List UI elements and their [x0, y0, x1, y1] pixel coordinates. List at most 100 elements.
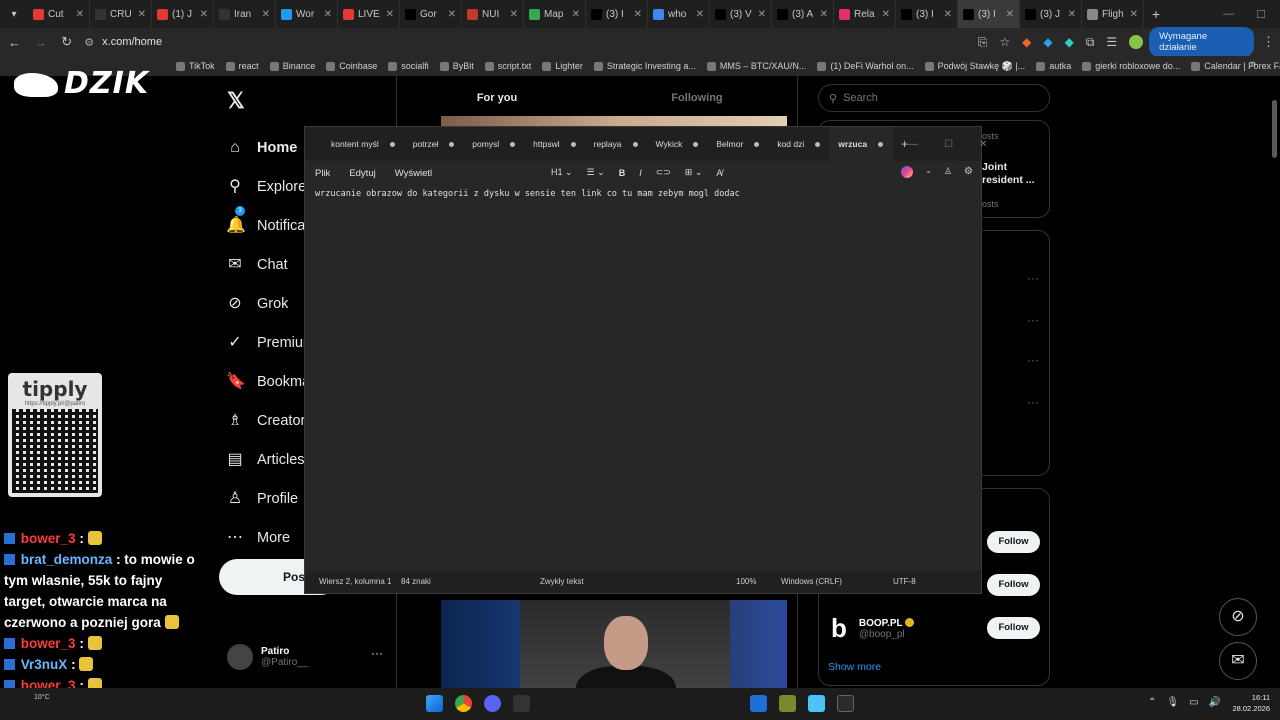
notepad-taskbar-icon[interactable] — [808, 695, 825, 712]
bookmark-item[interactable]: Coinbase — [326, 61, 377, 71]
bold-icon[interactable]: B — [619, 168, 626, 178]
menu-list-icon[interactable]: ☰ — [1106, 35, 1117, 49]
bookmark-item[interactable]: Strategic Investing a... — [593, 61, 696, 71]
browser-tab[interactable]: (3) J ✕ — [1020, 0, 1082, 28]
zoom-level[interactable]: 100% — [736, 577, 756, 586]
action-required-button[interactable]: Wymagane działanie — [1149, 27, 1254, 57]
browser-tab[interactable]: NUI ✕ — [462, 0, 524, 28]
tab-close-icon[interactable]: ✕ — [1130, 9, 1138, 20]
browser-tab[interactable]: LIVE ✕ — [338, 0, 400, 28]
chrome-icon[interactable] — [455, 695, 472, 712]
extension-icon[interactable]: ◆ — [1022, 35, 1031, 49]
taskbar-clock[interactable]: 16:11 28.02.2026 — [1224, 692, 1270, 714]
bookmark-star-icon[interactable]: ☆ — [999, 35, 1010, 49]
encoding[interactable]: UTF-8 — [893, 577, 916, 586]
browser-tab[interactable]: (3) V ✕ — [710, 0, 772, 28]
notepad-tab[interactable]: replaya — [586, 127, 648, 161]
bookmark-item[interactable]: (1) DeFi Warhol on... — [817, 61, 914, 71]
tab-close-icon[interactable]: ✕ — [696, 9, 704, 20]
x-logo-icon[interactable]: 𝕏 — [227, 88, 245, 114]
account-more-icon[interactable]: ··· — [371, 646, 383, 660]
messages-fab-icon[interactable]: ✉ — [1219, 642, 1257, 680]
heading-select[interactable]: H1 ⌄ — [551, 167, 573, 178]
puzzle-icon[interactable]: ⧉ — [1086, 35, 1095, 50]
minimize-icon[interactable]: — — [908, 139, 918, 150]
bookmark-item[interactable]: socialfi — [388, 61, 429, 71]
bookmark-item[interactable]: script.txt — [484, 61, 531, 71]
browser-tab[interactable]: Map ✕ — [524, 0, 586, 28]
app-icon[interactable] — [750, 695, 767, 712]
extension-icon[interactable]: ◆ — [1065, 35, 1074, 49]
microphone-icon[interactable]: 🎙 — [1166, 697, 1179, 708]
bookmark-item[interactable]: Podwój Stawkę 🎲 |... — [924, 61, 1025, 72]
notepad-tab[interactable]: potrzeł — [405, 127, 465, 161]
search-input[interactable]: ⚲ Search — [818, 84, 1050, 112]
maximize-icon[interactable]: ☐ — [1256, 8, 1266, 21]
line-endings[interactable]: Windows (CRLF) — [781, 577, 842, 586]
new-tab-button[interactable]: + — [1144, 6, 1168, 22]
follow-button[interactable]: Follow — [987, 574, 1040, 596]
install-icon[interactable]: ⎘ — [978, 35, 988, 50]
minimize-icon[interactable]: — — [1223, 8, 1234, 21]
discord-icon[interactable] — [484, 695, 501, 712]
close-icon[interactable]: ✕ — [979, 139, 987, 150]
bookmark-item[interactable]: ByBit — [439, 61, 474, 71]
bookmark-item[interactable]: autka — [1036, 61, 1071, 71]
weather-widget[interactable]: 10°C — [34, 694, 50, 701]
tab-close-icon[interactable]: ✕ — [200, 9, 208, 20]
menu-file[interactable]: Plik — [315, 168, 330, 179]
tab-close-icon[interactable]: ✕ — [76, 9, 84, 20]
tab-search-icon[interactable]: ▾ — [0, 0, 28, 28]
tab-close-icon[interactable]: ✕ — [634, 9, 642, 20]
display-icon[interactable]: ▭ — [1189, 697, 1198, 708]
link-icon[interactable]: ⊂⊃ — [656, 167, 671, 178]
trend-more-icon[interactable]: ··· — [1027, 313, 1039, 327]
browser-tab[interactable]: Rela ✕ — [834, 0, 896, 28]
chevron-down-icon[interactable]: ⌄ — [925, 166, 932, 178]
notepad-tab[interactable]: httpswl — [525, 127, 585, 161]
tab-close-icon[interactable]: ✕ — [758, 9, 766, 20]
browser-tab[interactable]: (3) A ✕ — [772, 0, 834, 28]
reload-icon[interactable]: ↻ — [55, 34, 78, 50]
bookmark-item[interactable]: Binance — [269, 61, 315, 71]
bookmark-item[interactable]: Lighter — [542, 61, 583, 71]
account-switcher[interactable]: Patiro @Patiro__ ··· — [227, 644, 383, 670]
terminal-icon[interactable] — [837, 695, 854, 712]
tab-close-icon[interactable]: ✕ — [882, 9, 890, 20]
kebab-menu-icon[interactable]: ⋮ — [1257, 34, 1280, 50]
browser-tab[interactable]: (3) I ✕ — [958, 0, 1020, 28]
notepad-tab[interactable]: kod dzi — [769, 127, 830, 161]
bookmark-item[interactable]: Calendar | Forex Fac... — [1191, 61, 1280, 71]
notepad-tab[interactable]: kontent myśl — [323, 127, 405, 161]
back-icon[interactable]: ← — [3, 35, 26, 50]
bookmark-item[interactable]: gierki robloxowe do... — [1082, 61, 1180, 71]
browser-tab[interactable]: Gor ✕ — [400, 0, 462, 28]
notepad-new-tab-icon[interactable]: + — [901, 137, 908, 151]
italic-icon[interactable]: I — [639, 168, 642, 178]
show-more-link[interactable]: Show more — [828, 661, 881, 673]
menu-edit[interactable]: Edytuj — [349, 168, 375, 179]
account-icon[interactable]: ♙ — [944, 166, 952, 178]
tab-close-icon[interactable]: ✕ — [572, 9, 580, 20]
browser-tab[interactable]: Cut ✕ — [28, 0, 90, 28]
browser-tab[interactable]: who ✕ — [648, 0, 710, 28]
trend-more-icon[interactable]: ··· — [1027, 271, 1039, 285]
site-info-icon[interactable]: ⚙ — [84, 36, 94, 49]
app-icon[interactable] — [513, 695, 530, 712]
tab-close-icon[interactable]: ✕ — [262, 9, 270, 20]
profile-avatar[interactable] — [1129, 35, 1144, 49]
trend-more-icon[interactable]: ··· — [1027, 353, 1039, 367]
volume-icon[interactable]: 🔊 — [1209, 697, 1221, 708]
forward-icon[interactable]: → — [29, 35, 52, 50]
browser-tab[interactable]: Iran ✕ — [214, 0, 276, 28]
notepad-tab[interactable]: Wykick — [648, 127, 709, 161]
bookmark-item[interactable]: MMS – BTC/XAU/N... — [706, 61, 806, 71]
browser-tab[interactable]: (1) J ✕ — [152, 0, 214, 28]
follow-button[interactable]: Follow — [987, 531, 1040, 553]
browser-tab[interactable]: Wor ✕ — [276, 0, 338, 28]
table-icon[interactable]: ⊞ ⌄ — [685, 167, 703, 178]
tab-close-icon[interactable]: ✕ — [324, 9, 332, 20]
extension-icon[interactable]: ◆ — [1043, 35, 1052, 49]
tab-close-icon[interactable]: ✕ — [820, 9, 828, 20]
suggested-account[interactable]: b BOOP.PL @boop_pl — [831, 613, 914, 644]
